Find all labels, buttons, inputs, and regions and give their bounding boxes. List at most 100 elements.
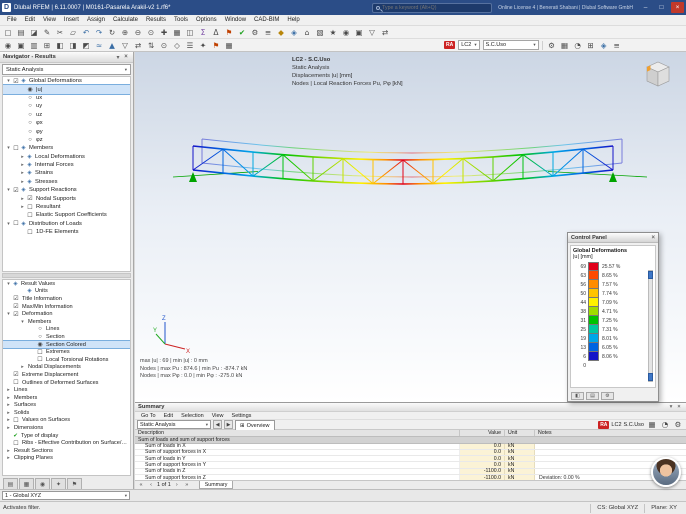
menu-item[interactable]: Edit: [21, 17, 39, 23]
toolbar-icon[interactable]: ✚: [158, 27, 170, 38]
tree-checkbox[interactable]: ☑: [12, 303, 20, 310]
toolbar-icon[interactable]: ⊙: [158, 40, 170, 51]
toolbar-icon[interactable]: ✦: [197, 40, 209, 51]
control-panel-button[interactable]: ◧: [571, 391, 584, 400]
tree-item[interactable]: ▸ Solids: [3, 409, 130, 417]
toolbar-icon[interactable]: ↻: [106, 27, 118, 38]
toolbar-icon[interactable]: ⊞: [585, 40, 597, 51]
menu-item[interactable]: Options: [192, 17, 221, 23]
tree-checkbox[interactable]: ☐: [12, 417, 20, 424]
next-button[interactable]: ▶: [224, 420, 233, 429]
tree-expander-icon[interactable]: ▸: [19, 179, 26, 185]
toolbar-icon[interactable]: Δ: [210, 27, 222, 38]
tree-item[interactable]: ☑ Extreme Displacement: [3, 371, 130, 379]
tree-item[interactable]: ☐ Ribs - Effective Contribution on Surfa…: [3, 439, 130, 447]
navigator-tab[interactable]: ⚑: [67, 478, 82, 489]
tree-expander-icon[interactable]: ▸: [5, 425, 12, 431]
tree-expander-icon[interactable]: ▾: [5, 281, 12, 287]
summary-menu-item[interactable]: Go To: [137, 413, 160, 419]
toolbar-icon[interactable]: ▦: [171, 27, 183, 38]
tree-item[interactable]: ▾ ◈ Result Values: [3, 280, 130, 288]
menu-item[interactable]: Insert: [60, 17, 83, 23]
work-plane-indicator[interactable]: Plane: XY: [644, 503, 683, 513]
tree-item[interactable]: ☑ Max/Min Information: [3, 303, 130, 311]
toolbar-icon[interactable]: ◇: [171, 40, 183, 51]
tree-item[interactable]: ▾ ☑ ◈ Support Reactions: [3, 186, 130, 194]
tree-item[interactable]: ▸ Dimensions: [3, 424, 130, 432]
tab-overview[interactable]: ⊞ Overview: [235, 420, 275, 430]
toolbar-icon[interactable]: ⊖: [132, 27, 144, 38]
tree-item[interactable]: ▸ ☐ Resultant: [3, 203, 130, 211]
slider-knob-top[interactable]: [648, 271, 653, 279]
tree-item[interactable]: ☐ Outlines of Deformed Surfaces: [3, 379, 130, 387]
summary-menu-item[interactable]: Edit: [160, 413, 177, 419]
color-scale-row[interactable]: 69 25.57 %: [573, 262, 653, 271]
toolbar-icon[interactable]: ≈: [93, 40, 105, 51]
tree-item[interactable]: ○ ux: [3, 94, 130, 102]
tree-checkbox[interactable]: ☑: [12, 78, 20, 85]
slider-knob-bottom[interactable]: [648, 373, 653, 381]
menu-item[interactable]: CAD-BIM: [250, 17, 283, 23]
toolbar-icon[interactable]: ▦: [559, 40, 571, 51]
tree-checkbox[interactable]: ○: [36, 326, 44, 332]
toolbar-icon[interactable]: ▱: [67, 27, 79, 38]
toolbar-icon[interactable]: ◧: [54, 40, 66, 51]
toolbar-icon[interactable]: ◨: [67, 40, 79, 51]
toolbar-icon[interactable]: ▤: [15, 27, 27, 38]
analysis-type-combo[interactable]: Static Analysis ▾: [2, 64, 131, 75]
column-value[interactable]: Value: [460, 430, 505, 436]
tree-checkbox[interactable]: ◉: [36, 341, 44, 348]
tree-item[interactable]: ▸ ◈ Local Deformations: [3, 153, 130, 161]
tree-item[interactable]: ☐ Extremes: [3, 348, 130, 356]
color-scale-row[interactable]: 38 4.71 %: [573, 307, 653, 316]
tree-item[interactable]: ○ Lines: [3, 326, 130, 334]
tree-checkbox[interactable]: ☐: [26, 229, 34, 236]
toolbar-icon[interactable]: ▽: [366, 27, 378, 38]
global-search[interactable]: [372, 2, 493, 13]
tree-checkbox[interactable]: ☑: [12, 295, 20, 302]
toolbar-icon[interactable]: ◫: [184, 27, 196, 38]
color-scale-row[interactable]: 25 7.31 %: [573, 325, 653, 334]
tree-item[interactable]: ▾ ☑ ◈ Global Deformations: [3, 77, 130, 85]
tree-item[interactable]: ▸ ☐ Values on Surfaces: [3, 417, 130, 425]
tree-expander-icon[interactable]: ▸: [5, 395, 12, 401]
column-unit[interactable]: Unit: [505, 430, 535, 436]
tree-item[interactable]: ☐ Local Torsional Rotations: [3, 356, 130, 364]
toolbar-icon[interactable]: ▢: [2, 27, 14, 38]
scale-slider[interactable]: [648, 270, 653, 382]
tree-item[interactable]: ▸ Lines: [3, 386, 130, 394]
tree-expander-icon[interactable]: ▸: [19, 170, 26, 176]
navigator-tab[interactable]: ◉: [35, 478, 50, 489]
summary-load-case[interactable]: RA LC2 S.C.Uso: [598, 420, 644, 429]
tree-item[interactable]: ✔ Type of display: [3, 432, 130, 440]
toolbar-icon[interactable]: ◩: [80, 40, 92, 51]
tree-expander-icon[interactable]: ▸: [5, 387, 12, 393]
tree-expander-icon[interactable]: ▸: [5, 417, 12, 423]
coordinate-system-indicator[interactable]: CS: Global XYZ: [590, 503, 644, 513]
tree-expander-icon[interactable]: ▸: [19, 204, 26, 210]
last-page-button[interactable]: »: [183, 482, 191, 488]
collapse-icon[interactable]: ▾: [114, 54, 122, 61]
toolbar-icon[interactable]: ◈: [598, 40, 610, 51]
tree-item[interactable]: ◉ Section Colored: [3, 339, 130, 350]
menu-item[interactable]: View: [39, 17, 60, 23]
maximize-button[interactable]: □: [655, 2, 668, 13]
tree-expander-icon[interactable]: ▾: [5, 187, 12, 193]
toolbar-icon[interactable]: ⇄: [132, 40, 144, 51]
tree-item[interactable]: ○ φz: [3, 136, 130, 144]
table-analysis-combo[interactable]: Static Analysis ▾: [137, 420, 211, 429]
search-input[interactable]: [382, 4, 489, 11]
tree-checkbox[interactable]: ☑: [12, 311, 20, 318]
navigator-tab[interactable]: ✦: [51, 478, 66, 489]
navigator-tab[interactable]: ▦: [19, 478, 34, 489]
tree-item[interactable]: ▾ ☐ ◈ Distribution of Loads: [3, 220, 130, 228]
tree-item[interactable]: ☐ Elastic Support Coefficients: [3, 211, 130, 219]
toolbar-icon[interactable]: ◉: [2, 40, 14, 51]
tree-item[interactable]: ○ uz: [3, 111, 130, 119]
toolbar-icon[interactable]: ⚙: [546, 40, 558, 51]
tree-checkbox[interactable]: ☐: [26, 204, 34, 211]
navigator-tab[interactable]: ▤: [3, 478, 18, 489]
tree-expander-icon[interactable]: ▸: [5, 448, 12, 454]
toolbar-icon[interactable]: ◔: [572, 40, 584, 51]
summary-menu-item[interactable]: Settings: [228, 413, 256, 419]
